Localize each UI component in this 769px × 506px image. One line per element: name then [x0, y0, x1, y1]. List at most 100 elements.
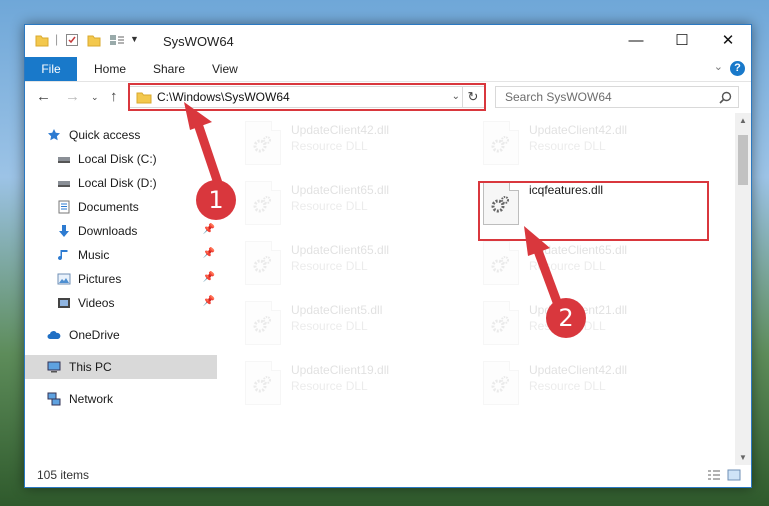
download-icon	[59, 225, 69, 237]
sidebar-item-label: Documents	[78, 200, 139, 214]
file-name: UpdateClient65.dll	[291, 243, 390, 257]
file-item[interactable]: UpdateClient42.dll Resource DLL	[475, 117, 711, 173]
sidebar-item-network[interactable]: Network	[25, 387, 217, 411]
sidebar-item-label: Pictures	[78, 272, 122, 286]
file-item[interactable]: UpdateClient21.dll Resource DLL	[475, 297, 711, 353]
sidebar-item-label: Music	[78, 248, 110, 262]
dll-file-icon	[245, 361, 281, 405]
file-name: UpdateClient42.dll	[529, 123, 628, 137]
pin-icon[interactable]: 📌	[203, 248, 215, 259]
file-item[interactable]: UpdateClient65.dll Resource DLL	[237, 177, 473, 233]
file-name: UpdateClient65.dll	[529, 243, 628, 257]
sidebar-item-videos[interactable]: Videos 📌	[25, 291, 217, 315]
scroll-down-icon[interactable]: ▼	[739, 453, 747, 462]
large-icons-view-icon[interactable]	[727, 469, 741, 481]
tab-file[interactable]: File	[25, 57, 77, 81]
sidebar-item-local-disk-d[interactable]: Local Disk (D:)	[25, 171, 217, 195]
sidebar-item-local-disk-c[interactable]: Local Disk (C:)	[25, 147, 217, 171]
file-name: UpdateClient65.dll	[291, 183, 390, 197]
navigation-pane: Quick access Local Disk (C:) Local Disk …	[25, 121, 217, 461]
search-box[interactable]: Search SysWOW64	[495, 86, 739, 108]
dll-file-icon	[245, 241, 281, 285]
step-callout-1: 1	[196, 180, 236, 220]
drive-icon	[58, 181, 70, 187]
details-view-icon[interactable]	[707, 469, 721, 481]
tab-share[interactable]: Share	[153, 57, 185, 81]
ribbon-tabs: File Home Share View ⌄ ?	[25, 57, 751, 82]
file-type: Resource DLL	[291, 139, 368, 153]
sidebar-item-onedrive[interactable]: OneDrive	[25, 323, 217, 347]
maximize-button[interactable]: ☐	[659, 25, 705, 57]
help-button[interactable]: ?	[730, 61, 745, 76]
file-item[interactable]: UpdateClient19.dll Resource DLL	[237, 357, 473, 413]
item-count: 105 items	[37, 468, 90, 482]
sidebar-item-label: Network	[69, 392, 114, 406]
tab-home[interactable]: Home	[94, 57, 126, 81]
properties-icon[interactable]	[65, 33, 79, 47]
search-icon[interactable]	[719, 91, 732, 104]
address-bar-highlight	[128, 83, 486, 111]
file-item[interactable]: UpdateClient5.dll Resource DLL	[237, 297, 473, 353]
scroll-up-icon[interactable]: ▲	[739, 116, 747, 125]
file-item[interactable]: UpdateClient65.dll Resource DLL	[237, 237, 473, 293]
document-icon	[58, 200, 70, 214]
file-type: Resource DLL	[291, 319, 368, 333]
file-name: UpdateClient5.dll	[291, 303, 383, 317]
sidebar-item-music[interactable]: Music 📌	[25, 243, 217, 267]
sidebar-item-downloads[interactable]: Downloads 📌	[25, 219, 217, 243]
sidebar-item-label: Quick access	[69, 128, 141, 142]
dll-file-icon	[483, 241, 519, 285]
sidebar-item-label: OneDrive	[69, 328, 120, 342]
file-type: Resource DLL	[529, 259, 606, 273]
dll-file-icon	[245, 181, 281, 225]
file-item[interactable]: UpdateClient42.dll Resource DLL	[475, 357, 711, 413]
music-icon	[58, 250, 68, 261]
window-title: SysWOW64	[163, 34, 234, 49]
pin-icon[interactable]: 📌	[203, 296, 215, 307]
pin-icon[interactable]: 📌	[203, 272, 215, 283]
tab-view[interactable]: View	[212, 57, 238, 81]
toolbar-separator: |	[55, 32, 59, 46]
step-callout-2: 2	[546, 298, 586, 338]
file-name: UpdateClient19.dll	[291, 363, 390, 377]
drive-icon	[58, 157, 70, 163]
pin-icon[interactable]: 📌	[203, 224, 215, 235]
forward-button[interactable]: →	[65, 88, 80, 105]
file-highlight	[478, 181, 709, 241]
file-list: UpdateClient42.dll Resource DLL UpdateCl…	[237, 117, 735, 463]
sidebar-item-label: This PC	[69, 360, 112, 374]
customize-toolbar-icon[interactable]	[109, 33, 127, 47]
recent-locations-icon[interactable]: ⌄	[91, 92, 99, 103]
vertical-scrollbar[interactable]: ▲ ▼	[735, 113, 751, 465]
sidebar-item-label: Downloads	[78, 224, 138, 238]
star-icon	[48, 129, 60, 141]
sidebar-item-label: Local Disk (D:)	[78, 176, 157, 190]
close-button[interactable]: ✕	[705, 25, 751, 57]
dll-file-icon	[483, 121, 519, 165]
up-button[interactable]: ↑	[110, 88, 118, 105]
title-bar: | ▼ SysWOW64 — ☐ ✕	[25, 25, 751, 57]
expand-ribbon-icon[interactable]: ⌄	[714, 60, 723, 73]
sidebar-item-quick-access[interactable]: Quick access	[25, 123, 217, 147]
search-placeholder: Search SysWOW64	[505, 90, 612, 104]
file-name: UpdateClient42.dll	[291, 123, 390, 137]
chevron-down-icon[interactable]: ▼	[130, 34, 139, 44]
pictures-icon	[57, 273, 71, 285]
new-folder-icon[interactable]	[87, 33, 101, 47]
file-type: Resource DLL	[291, 379, 368, 393]
folder-icon	[35, 35, 49, 47]
file-name: UpdateClient42.dll	[529, 363, 628, 377]
file-item[interactable]: UpdateClient42.dll Resource DLL	[237, 117, 473, 173]
video-icon	[58, 298, 70, 308]
back-button[interactable]: ←	[36, 88, 51, 105]
file-type: Resource DLL	[291, 259, 368, 273]
sidebar-item-this-pc[interactable]: This PC	[25, 355, 217, 379]
status-bar: 105 items	[25, 463, 751, 487]
file-type: Resource DLL	[291, 199, 368, 213]
sidebar-item-documents[interactable]: Documents	[25, 195, 217, 219]
minimize-button[interactable]: —	[613, 25, 659, 57]
sidebar-item-pictures[interactable]: Pictures 📌	[25, 267, 217, 291]
sidebar-item-label: Videos	[78, 296, 115, 310]
scrollbar-thumb[interactable]	[738, 135, 748, 185]
file-item[interactable]: UpdateClient65.dll Resource DLL	[475, 237, 711, 293]
